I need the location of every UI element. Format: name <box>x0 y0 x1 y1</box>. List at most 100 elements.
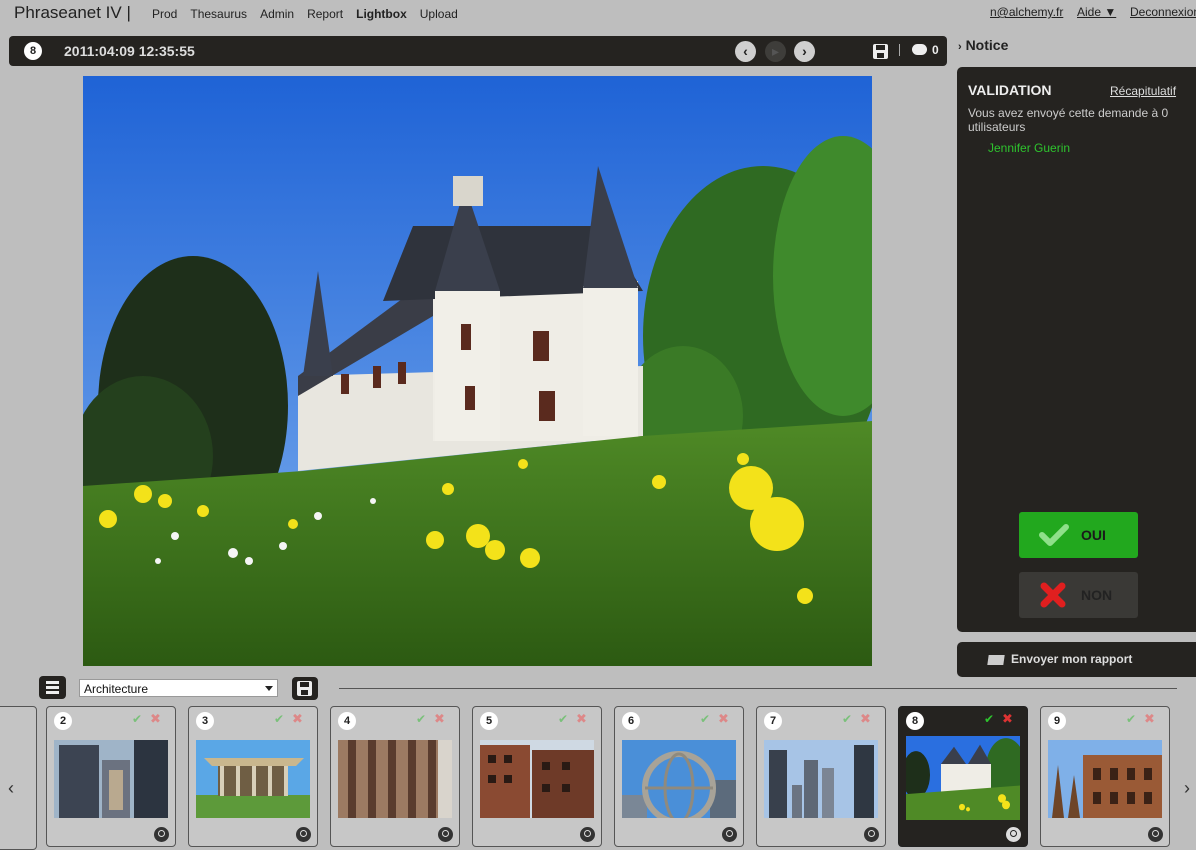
thumbnail-card[interactable]: 3 ✔ ✖ <box>188 706 318 847</box>
thumbnail-card[interactable]: 8 ✔ ✖ <box>898 706 1028 847</box>
validation-user: Jennifer Guerin <box>988 141 1071 155</box>
thumbnail-image[interactable] <box>906 736 1020 820</box>
send-report-button[interactable]: Envoyer mon rapport <box>957 642 1196 677</box>
play-button[interactable]: ▸ <box>765 41 786 62</box>
thumbnail-card[interactable]: 6 ✔ ✖ <box>614 706 744 847</box>
approve-check-icon[interactable]: ✔ <box>558 712 568 726</box>
envelope-icon <box>987 655 1005 665</box>
reject-cross-icon[interactable]: ✖ <box>576 711 587 727</box>
menu-item-lightbox[interactable]: Lightbox <box>356 7 407 21</box>
user-email-link[interactable]: n@alchemy.fr <box>990 5 1063 19</box>
save-icon[interactable] <box>873 44 888 59</box>
scroll-right-icon[interactable]: › <box>1184 778 1190 799</box>
basket-select[interactable]: Architecture <box>79 679 278 697</box>
thumbnail-image[interactable] <box>622 740 736 818</box>
approve-check-icon[interactable]: ✔ <box>416 712 426 726</box>
thumbnail-index-badge: 7 <box>764 712 782 730</box>
reject-cross-icon[interactable]: ✖ <box>292 711 303 727</box>
approve-check-icon[interactable]: ✔ <box>700 712 710 726</box>
thumbnail-image[interactable] <box>1048 740 1162 818</box>
next-button[interactable]: › <box>794 41 815 62</box>
scroll-left-icon[interactable]: ‹ <box>8 778 14 799</box>
thumbnail-card[interactable]: 9 ✔ ✖ <box>1040 706 1170 847</box>
thumbnail-index-badge: 8 <box>906 712 924 730</box>
play-icon: ▸ <box>771 43 780 59</box>
accept-button[interactable]: OUI <box>1019 512 1138 558</box>
approve-check-icon[interactable]: ✔ <box>132 712 142 726</box>
thumbnail-image[interactable] <box>764 740 878 818</box>
chevron-right-icon: › <box>958 41 962 53</box>
basket-select-value: Architecture <box>84 682 149 696</box>
reject-cross-icon[interactable]: ✖ <box>1002 711 1013 727</box>
zoom-icon[interactable] <box>722 827 737 842</box>
approve-check-icon[interactable]: ✔ <box>1126 712 1136 726</box>
thumbnail-image[interactable] <box>338 740 452 818</box>
comment-icon[interactable] <box>912 44 927 55</box>
reject-button[interactable]: NON <box>1019 572 1138 618</box>
thumbnail-image[interactable] <box>54 740 168 818</box>
thumbnail-index-badge: 4 <box>338 712 356 730</box>
thumbnail-card[interactable]: 7 ✔ ✖ <box>756 706 886 847</box>
thumbnail-index-badge: 5 <box>480 712 498 730</box>
record-date: 2011:04:09 12:35:55 <box>64 43 195 59</box>
menu-item-report[interactable]: Report <box>307 7 343 21</box>
approve-check-icon[interactable]: ✔ <box>842 712 852 726</box>
approve-check-icon[interactable]: ✔ <box>984 712 994 726</box>
zoom-icon[interactable] <box>154 827 169 842</box>
menu-item-upload[interactable]: Upload <box>420 7 458 21</box>
chevron-left-icon: ‹ <box>743 43 748 59</box>
notice-label: Notice <box>965 37 1009 53</box>
menu-item-thesaurus[interactable]: Thesaurus <box>190 7 247 21</box>
check-icon <box>1039 524 1069 546</box>
validation-panel: VALIDATION Récapitulatif Vous avez envoy… <box>957 67 1196 632</box>
thumbnail-index-badge: 6 <box>622 712 640 730</box>
previous-button[interactable]: ‹ <box>735 41 756 62</box>
zoom-icon[interactable] <box>438 827 453 842</box>
notice-toggle[interactable]: › Notice <box>958 37 1008 53</box>
thumbnail-card[interactable]: 4 ✔ ✖ <box>330 706 460 847</box>
save-icon <box>297 681 312 696</box>
viewer-toolbar: 8 2011:04:09 12:35:55 ‹ ▸ › 0 <box>9 36 947 66</box>
reject-cross-icon[interactable]: ✖ <box>434 711 445 727</box>
thumbnail-index-badge: 2 <box>54 712 72 730</box>
record-index-badge: 8 <box>24 42 42 60</box>
reject-label: NON <box>1081 587 1113 603</box>
list-view-button[interactable] <box>39 676 66 699</box>
chevron-right-icon: › <box>802 43 807 59</box>
main-menu: Prod Thesaurus Admin Report Lightbox Upl… <box>152 7 471 21</box>
comment-count: 0 <box>932 43 939 57</box>
thumbnail-card[interactable]: 5 ✔ ✖ <box>472 706 602 847</box>
dropdown-arrow-icon <box>265 686 273 691</box>
validation-message: Vous avez envoyé cette demande à 0 utili… <box>968 106 1169 134</box>
reject-cross-icon[interactable]: ✖ <box>150 711 161 727</box>
accept-label: OUI <box>1081 527 1106 543</box>
zoom-icon[interactable] <box>1006 827 1021 842</box>
validation-title: VALIDATION <box>968 82 1052 98</box>
reject-cross-icon[interactable]: ✖ <box>718 711 729 727</box>
thumbnail-index-badge: 3 <box>196 712 214 730</box>
logout-link[interactable]: Deconnexion <box>1130 5 1196 19</box>
basket-save-button[interactable] <box>292 677 318 700</box>
zoom-icon[interactable] <box>864 827 879 842</box>
menu-item-prod[interactable]: Prod <box>152 7 177 21</box>
basket-divider <box>339 688 1177 689</box>
main-preview-image <box>83 76 872 666</box>
zoom-icon[interactable] <box>296 827 311 842</box>
approve-check-icon[interactable]: ✔ <box>274 712 284 726</box>
top-bar: Phraseanet IV | Prod Thesaurus Admin Rep… <box>0 0 1196 28</box>
zoom-icon[interactable] <box>580 827 595 842</box>
thumbnail-card[interactable]: 2 ✔ ✖ <box>46 706 176 847</box>
thumbnail-card-partial[interactable] <box>0 706 37 850</box>
app-title: Phraseanet IV | <box>14 3 131 22</box>
recap-link[interactable]: Récapitulatif <box>1110 84 1176 98</box>
send-report-label: Envoyer mon rapport <box>1011 652 1133 666</box>
zoom-icon[interactable] <box>1148 827 1163 842</box>
thumbnail-image[interactable] <box>480 740 594 818</box>
thumbnail-index-badge: 9 <box>1048 712 1066 730</box>
cross-icon <box>1040 582 1066 608</box>
reject-cross-icon[interactable]: ✖ <box>860 711 871 727</box>
help-menu[interactable]: Aide ▼ <box>1077 5 1116 19</box>
reject-cross-icon[interactable]: ✖ <box>1144 711 1155 727</box>
menu-item-admin[interactable]: Admin <box>260 7 294 21</box>
thumbnail-image[interactable] <box>196 740 310 818</box>
